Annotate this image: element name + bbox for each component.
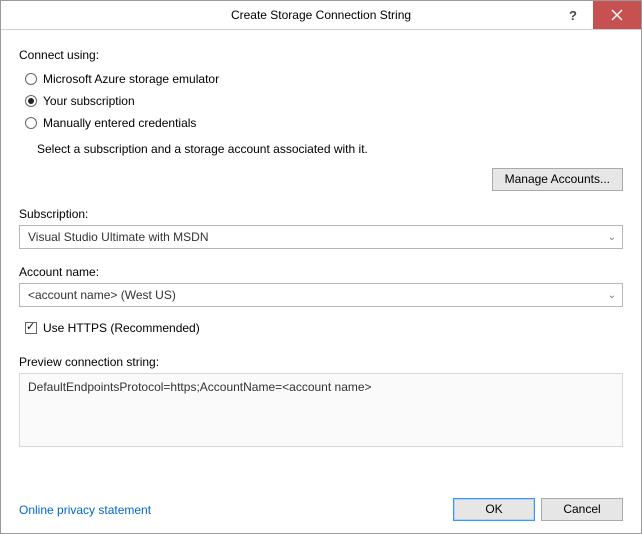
account-dropdown[interactable]: <account name> (West US) ⌄ — [19, 283, 623, 307]
manage-accounts-row: Manage Accounts... — [19, 168, 623, 191]
radio-icon — [25, 95, 37, 107]
dialog-footer: Online privacy statement OK Cancel — [19, 484, 623, 521]
use-https-checkbox[interactable]: Use HTTPS (Recommended) — [25, 321, 623, 335]
connect-using-label: Connect using: — [19, 48, 623, 62]
radio-option-subscription[interactable]: Your subscription — [25, 94, 623, 108]
close-icon — [611, 9, 623, 21]
window-controls: ? — [553, 1, 641, 29]
ok-button[interactable]: OK — [453, 498, 535, 521]
privacy-link[interactable]: Online privacy statement — [19, 503, 151, 517]
preview-connection-string: DefaultEndpointsProtocol=https;AccountNa… — [19, 373, 623, 447]
chevron-down-icon: ⌄ — [608, 290, 616, 301]
account-field: Account name: <account name> (West US) ⌄ — [19, 265, 623, 307]
radio-option-emulator[interactable]: Microsoft Azure storage emulator — [25, 72, 623, 86]
subscription-field: Subscription: Visual Studio Ultimate wit… — [19, 207, 623, 249]
preview-label: Preview connection string: — [19, 355, 623, 369]
footer-buttons: OK Cancel — [453, 498, 623, 521]
radio-icon — [25, 73, 37, 85]
radio-label: Microsoft Azure storage emulator — [43, 72, 219, 86]
cancel-button[interactable]: Cancel — [541, 498, 623, 521]
titlebar: Create Storage Connection String ? — [1, 1, 641, 30]
preview-value: DefaultEndpointsProtocol=https;AccountNa… — [28, 380, 372, 394]
radio-label: Your subscription — [43, 94, 135, 108]
subscription-dropdown[interactable]: Visual Studio Ultimate with MSDN ⌄ — [19, 225, 623, 249]
dialog-body: Connect using: Microsoft Azure storage e… — [1, 30, 641, 533]
close-button[interactable] — [593, 1, 641, 29]
account-label: Account name: — [19, 265, 623, 279]
use-https-label: Use HTTPS (Recommended) — [43, 321, 200, 335]
radio-option-manual[interactable]: Manually entered credentials — [25, 116, 623, 130]
dialog-window: Create Storage Connection String ? Conne… — [0, 0, 642, 534]
help-button[interactable]: ? — [553, 1, 593, 29]
account-value: <account name> (West US) — [28, 288, 176, 302]
window-title: Create Storage Connection String — [231, 8, 411, 22]
subscription-value: Visual Studio Ultimate with MSDN — [28, 230, 209, 244]
connect-hint: Select a subscription and a storage acco… — [37, 142, 623, 156]
radio-icon — [25, 117, 37, 129]
radio-label: Manually entered credentials — [43, 116, 196, 130]
manage-accounts-button[interactable]: Manage Accounts... — [492, 168, 623, 191]
checkbox-icon — [25, 322, 37, 334]
subscription-label: Subscription: — [19, 207, 623, 221]
chevron-down-icon: ⌄ — [608, 232, 616, 243]
